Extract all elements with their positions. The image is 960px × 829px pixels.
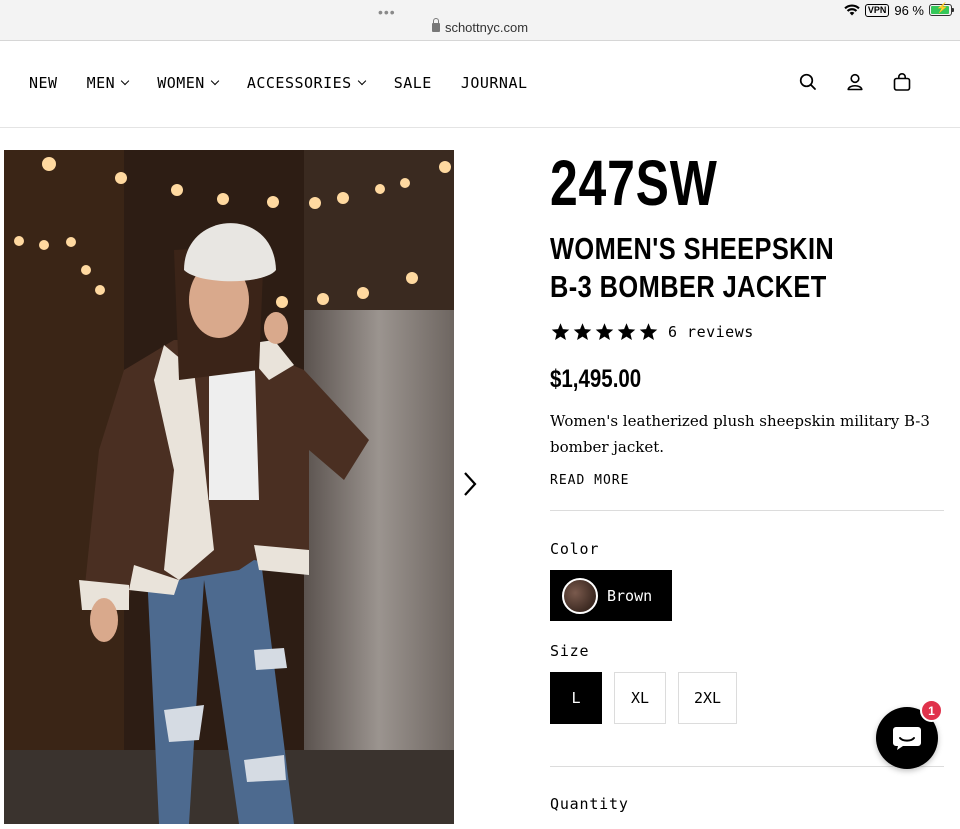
product-details: 247SW WOMEN'S SHEEPSKIN B-3 BOMBER JACKE… — [550, 150, 944, 813]
product-title-line: B-3 BOMBER JACKET — [550, 269, 827, 304]
size-option-l[interactable]: L — [550, 672, 602, 724]
nav-label: JOURNAL — [460, 74, 528, 92]
chevron-down-icon — [357, 76, 366, 86]
nav-label: ACCESSORIES — [246, 74, 352, 92]
nav-new[interactable]: NEW — [29, 74, 58, 92]
lock-icon — [431, 18, 440, 32]
chat-notification-badge: 1 — [920, 699, 943, 722]
battery-icon: ⚡ — [929, 3, 954, 16]
cart-icon[interactable] — [892, 72, 912, 92]
site-header: NEW MEN WOMEN ACCESSORIES SALE JOURNAL — [0, 41, 960, 128]
search-icon[interactable] — [798, 72, 818, 92]
size-option-xl[interactable]: XL — [614, 672, 666, 724]
url-text: schottnyc.com — [444, 20, 529, 35]
chevron-down-icon — [120, 76, 130, 86]
chevron-down-icon — [210, 76, 220, 86]
account-icon[interactable] — [845, 72, 865, 92]
nav-men[interactable]: MEN — [86, 74, 130, 92]
nav-sale[interactable]: SALE — [394, 74, 432, 92]
divider — [550, 510, 944, 511]
read-more-link[interactable]: READ MORE — [550, 473, 944, 488]
star-icon — [573, 323, 592, 340]
status-bar: VPN 96 % ⚡ — [844, 2, 954, 18]
color-label: Color — [550, 540, 600, 558]
product-image[interactable] — [4, 150, 454, 824]
main-nav: NEW MEN WOMEN ACCESSORIES SALE JOURNAL — [29, 74, 557, 92]
product-title-line: WOMEN'S SHEEPSKIN — [550, 231, 835, 266]
color-name: Brown — [607, 586, 653, 605]
size-label: Size — [550, 642, 590, 660]
quantity-label: Quantity — [550, 795, 629, 813]
nav-accessories[interactable]: ACCESSORIES — [246, 74, 366, 92]
nav-journal[interactable]: JOURNAL — [461, 74, 528, 92]
nav-label: SALE — [393, 74, 432, 92]
product-rating[interactable]: 6 reviews — [550, 322, 944, 342]
nav-label: MEN — [86, 74, 116, 92]
size-option-2xl[interactable]: 2XL — [678, 672, 737, 724]
star-icon — [639, 323, 658, 340]
reviews-link[interactable]: 6 reviews — [668, 323, 754, 341]
wifi-icon — [844, 4, 860, 16]
nav-women[interactable]: WOMEN — [157, 74, 220, 92]
star-icon — [617, 323, 636, 340]
header-icons — [798, 72, 912, 92]
product-model: 247SW — [550, 147, 718, 219]
color-option-brown[interactable]: Brown — [550, 570, 672, 621]
star-icon — [551, 323, 570, 340]
product-price: $1,495.00 — [550, 365, 642, 393]
chevron-right-icon[interactable] — [460, 470, 480, 498]
browser-menu-dots[interactable]: ••• — [378, 4, 396, 20]
product-description: Women's leatherized plush sheepskin mili… — [550, 412, 930, 456]
star-icon — [595, 323, 614, 340]
rating-stars — [550, 322, 659, 342]
nav-label: NEW — [29, 74, 58, 92]
nav-label: WOMEN — [157, 74, 205, 92]
color-swatch-circle — [562, 577, 598, 614]
product-title: WOMEN'S SHEEPSKIN B-3 BOMBER JACKET — [550, 230, 873, 306]
browser-bar: ••• schottnyc.com VPN 96 % ⚡ — [0, 0, 960, 41]
divider — [550, 766, 944, 767]
chat-icon — [893, 727, 921, 750]
vpn-badge: VPN — [864, 3, 890, 17]
address-bar[interactable]: schottnyc.com — [0, 18, 960, 35]
battery-percent: 96 % — [894, 2, 924, 18]
